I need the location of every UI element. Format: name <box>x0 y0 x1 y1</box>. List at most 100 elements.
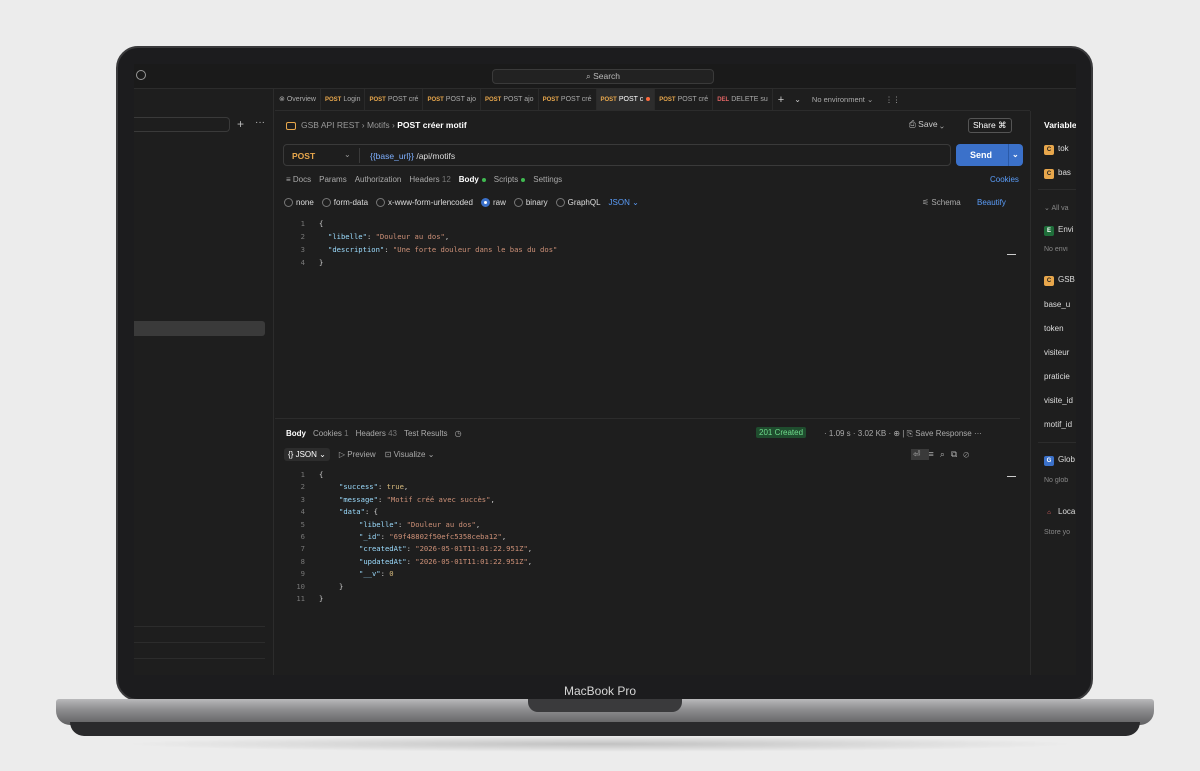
preview-button[interactable]: ▷ Preview <box>339 450 376 459</box>
chevron-down-icon[interactable]: ⌄ <box>344 150 351 159</box>
tab-request[interactable]: POST POST cré <box>539 89 597 110</box>
search-icon[interactable]: ⌕ <box>940 449 951 459</box>
settings-icon[interactable]: ⋮⋮ <box>879 95 906 104</box>
tab-docs[interactable]: ≡ Docs <box>286 175 311 184</box>
local-section[interactable]: ⌂ Loca <box>1044 507 1076 518</box>
tab-active[interactable]: POST POST c <box>596 89 656 110</box>
filter-icon[interactable]: ≡ <box>929 449 940 459</box>
chevron-down-icon[interactable]: ⌄ <box>789 95 806 104</box>
response-format-select[interactable]: {} JSON ⌄ <box>284 448 330 461</box>
search-box[interactable]: ⌕ Search <box>492 69 714 84</box>
variable-row[interactable]: visiteur <box>1044 348 1076 357</box>
json-colon: : <box>406 556 416 566</box>
response-tools: ⏎ ≡⌕⧉⊘ <box>911 449 975 460</box>
json-punct: , <box>475 519 481 529</box>
sidebar-selected-item[interactable] <box>134 321 265 336</box>
tab-authorization[interactable]: Authorization <box>355 175 402 184</box>
tab-response-headers[interactable]: Headers 43 <box>356 429 397 438</box>
request-body-editor[interactable]: 1 { 2 "libelle": "Douleur au dos", 3 "de… <box>275 214 1020 419</box>
code-line: "updatedAt": "2026-05-01T11:01:22.951Z", <box>359 557 532 569</box>
tab-request[interactable]: POST POST cré <box>655 89 714 110</box>
radio-none[interactable]: none <box>284 198 314 208</box>
top-bar: ⌕ Search <box>134 64 1076 89</box>
copy-icon[interactable]: ⧉ <box>951 449 963 459</box>
tab-settings[interactable]: Settings <box>533 175 562 184</box>
radio-graphql[interactable]: GraphQL <box>555 198 601 208</box>
scrollbar[interactable] <box>1007 476 1016 477</box>
tab-scripts[interactable]: Scripts <box>494 175 526 184</box>
schema-button[interactable]: ⚟ Schema <box>922 198 961 207</box>
tab-request[interactable]: POST POST ajo <box>423 89 481 110</box>
no-globals-text: No glob <box>1044 477 1069 484</box>
radio-binary[interactable]: binary <box>513 198 548 208</box>
share-button[interactable]: Share ⌘ <box>968 118 1012 133</box>
method-selector[interactable]: POST <box>292 151 315 161</box>
json-colon: : <box>364 507 374 517</box>
history-icon[interactable] <box>136 70 146 80</box>
plus-icon[interactable]: + <box>237 117 244 131</box>
collection-var[interactable]: Ctok <box>1044 144 1076 155</box>
globals-section[interactable]: G Glob <box>1044 455 1076 466</box>
tab-response-cookies[interactable]: Cookies 1 <box>313 429 349 438</box>
json-key: "success" <box>339 482 378 492</box>
radio-urlencoded[interactable]: x-www-form-urlencoded <box>376 198 473 208</box>
send-button[interactable]: Send ⌄ <box>956 144 1023 166</box>
json-colon: : <box>377 482 387 492</box>
response-body-viewer[interactable]: 1 {2 "success": true, 3 "message": "Motif cr… <box>275 466 1020 626</box>
request-section-tabs: ≡ Docs Params Authorization Headers 12 B… <box>286 175 562 184</box>
globe-icon[interactable]: ⊕ <box>893 429 900 438</box>
variable-row[interactable]: visite_id <box>1044 396 1076 405</box>
wrap-icon[interactable]: ⏎ <box>911 449 929 460</box>
variable-row[interactable]: base_u <box>1044 300 1076 309</box>
body-format-select[interactable]: JSON ⌄ <box>609 198 639 207</box>
collection-var[interactable]: Cbas <box>1044 168 1076 179</box>
variable-row[interactable]: motif_id <box>1044 420 1076 429</box>
url-input[interactable]: {{base_url}} /api/motifs <box>370 151 455 161</box>
visualize-button[interactable]: ⊡ Visualize ⌄ <box>385 450 435 459</box>
save-response-button[interactable]: ⎘ Save Response <box>907 429 972 438</box>
gsb-collection-section[interactable]: C GSB <box>1044 275 1076 286</box>
environment-selector[interactable]: No environment ⌄ <box>806 95 879 104</box>
new-tab-icon[interactable]: + <box>773 94 789 106</box>
collection-badge-icon: C <box>1044 169 1054 179</box>
tab-request[interactable]: POST POST cré <box>365 89 424 110</box>
radio-raw[interactable]: raw <box>480 198 506 208</box>
link-icon[interactable]: ⊘ <box>963 449 975 459</box>
tab-login[interactable]: POST Login <box>321 89 366 110</box>
json-punct: , <box>527 556 533 566</box>
response-tabs: Body Cookies 1 Headers 43 Test Results ◷ <box>286 429 462 438</box>
tab-overview[interactable]: ⊗ Overview <box>275 89 321 110</box>
url-bar: POST ⌄ {{base_url}} /api/motifs <box>283 144 951 166</box>
cookies-link[interactable]: Cookies <box>990 175 1019 184</box>
code-line: "data": { <box>339 507 378 519</box>
line-number: 10 <box>296 581 305 591</box>
page-title: POST créer motif <box>397 120 467 130</box>
tab-request[interactable]: DEL DELETE su <box>713 89 773 110</box>
divider <box>1038 189 1076 190</box>
tab-request[interactable]: POST POST ajo <box>481 89 539 110</box>
json-key: "_id" <box>359 532 381 541</box>
line-number: 1 <box>300 470 305 479</box>
divider <box>134 642 265 643</box>
environment-section[interactable]: E Envi <box>1044 225 1076 236</box>
tab-params[interactable]: Params <box>319 175 347 184</box>
variable-row[interactable]: token <box>1044 324 1076 333</box>
code-line: "success": true, <box>339 482 408 494</box>
scrollbar[interactable] <box>1007 254 1016 255</box>
history-icon[interactable]: ◷ <box>455 429 462 438</box>
tab-headers[interactable]: Headers 12 <box>409 175 450 184</box>
chevron-down-icon[interactable]: ⌄ <box>1012 144 1019 166</box>
radio-form-data[interactable]: form-data <box>321 198 368 208</box>
tab-body[interactable]: Body <box>459 175 486 184</box>
tab-test-results[interactable]: Test Results <box>404 429 448 438</box>
all-variables-toggle[interactable]: ⌄ All va <box>1044 204 1076 212</box>
beautify-button[interactable]: Beautify <box>977 198 1006 207</box>
code-line: "__v": 0 <box>359 569 394 581</box>
variable-row[interactable]: praticie <box>1044 372 1076 381</box>
sidebar-filter-input[interactable] <box>134 117 230 132</box>
more-icon[interactable]: ··· <box>974 429 982 438</box>
json-colon: : <box>380 569 390 579</box>
save-button[interactable]: ⎙ Save ⌄ <box>909 119 944 130</box>
more-icon[interactable]: ··· <box>255 117 265 128</box>
tab-response-body[interactable]: Body <box>286 429 306 438</box>
